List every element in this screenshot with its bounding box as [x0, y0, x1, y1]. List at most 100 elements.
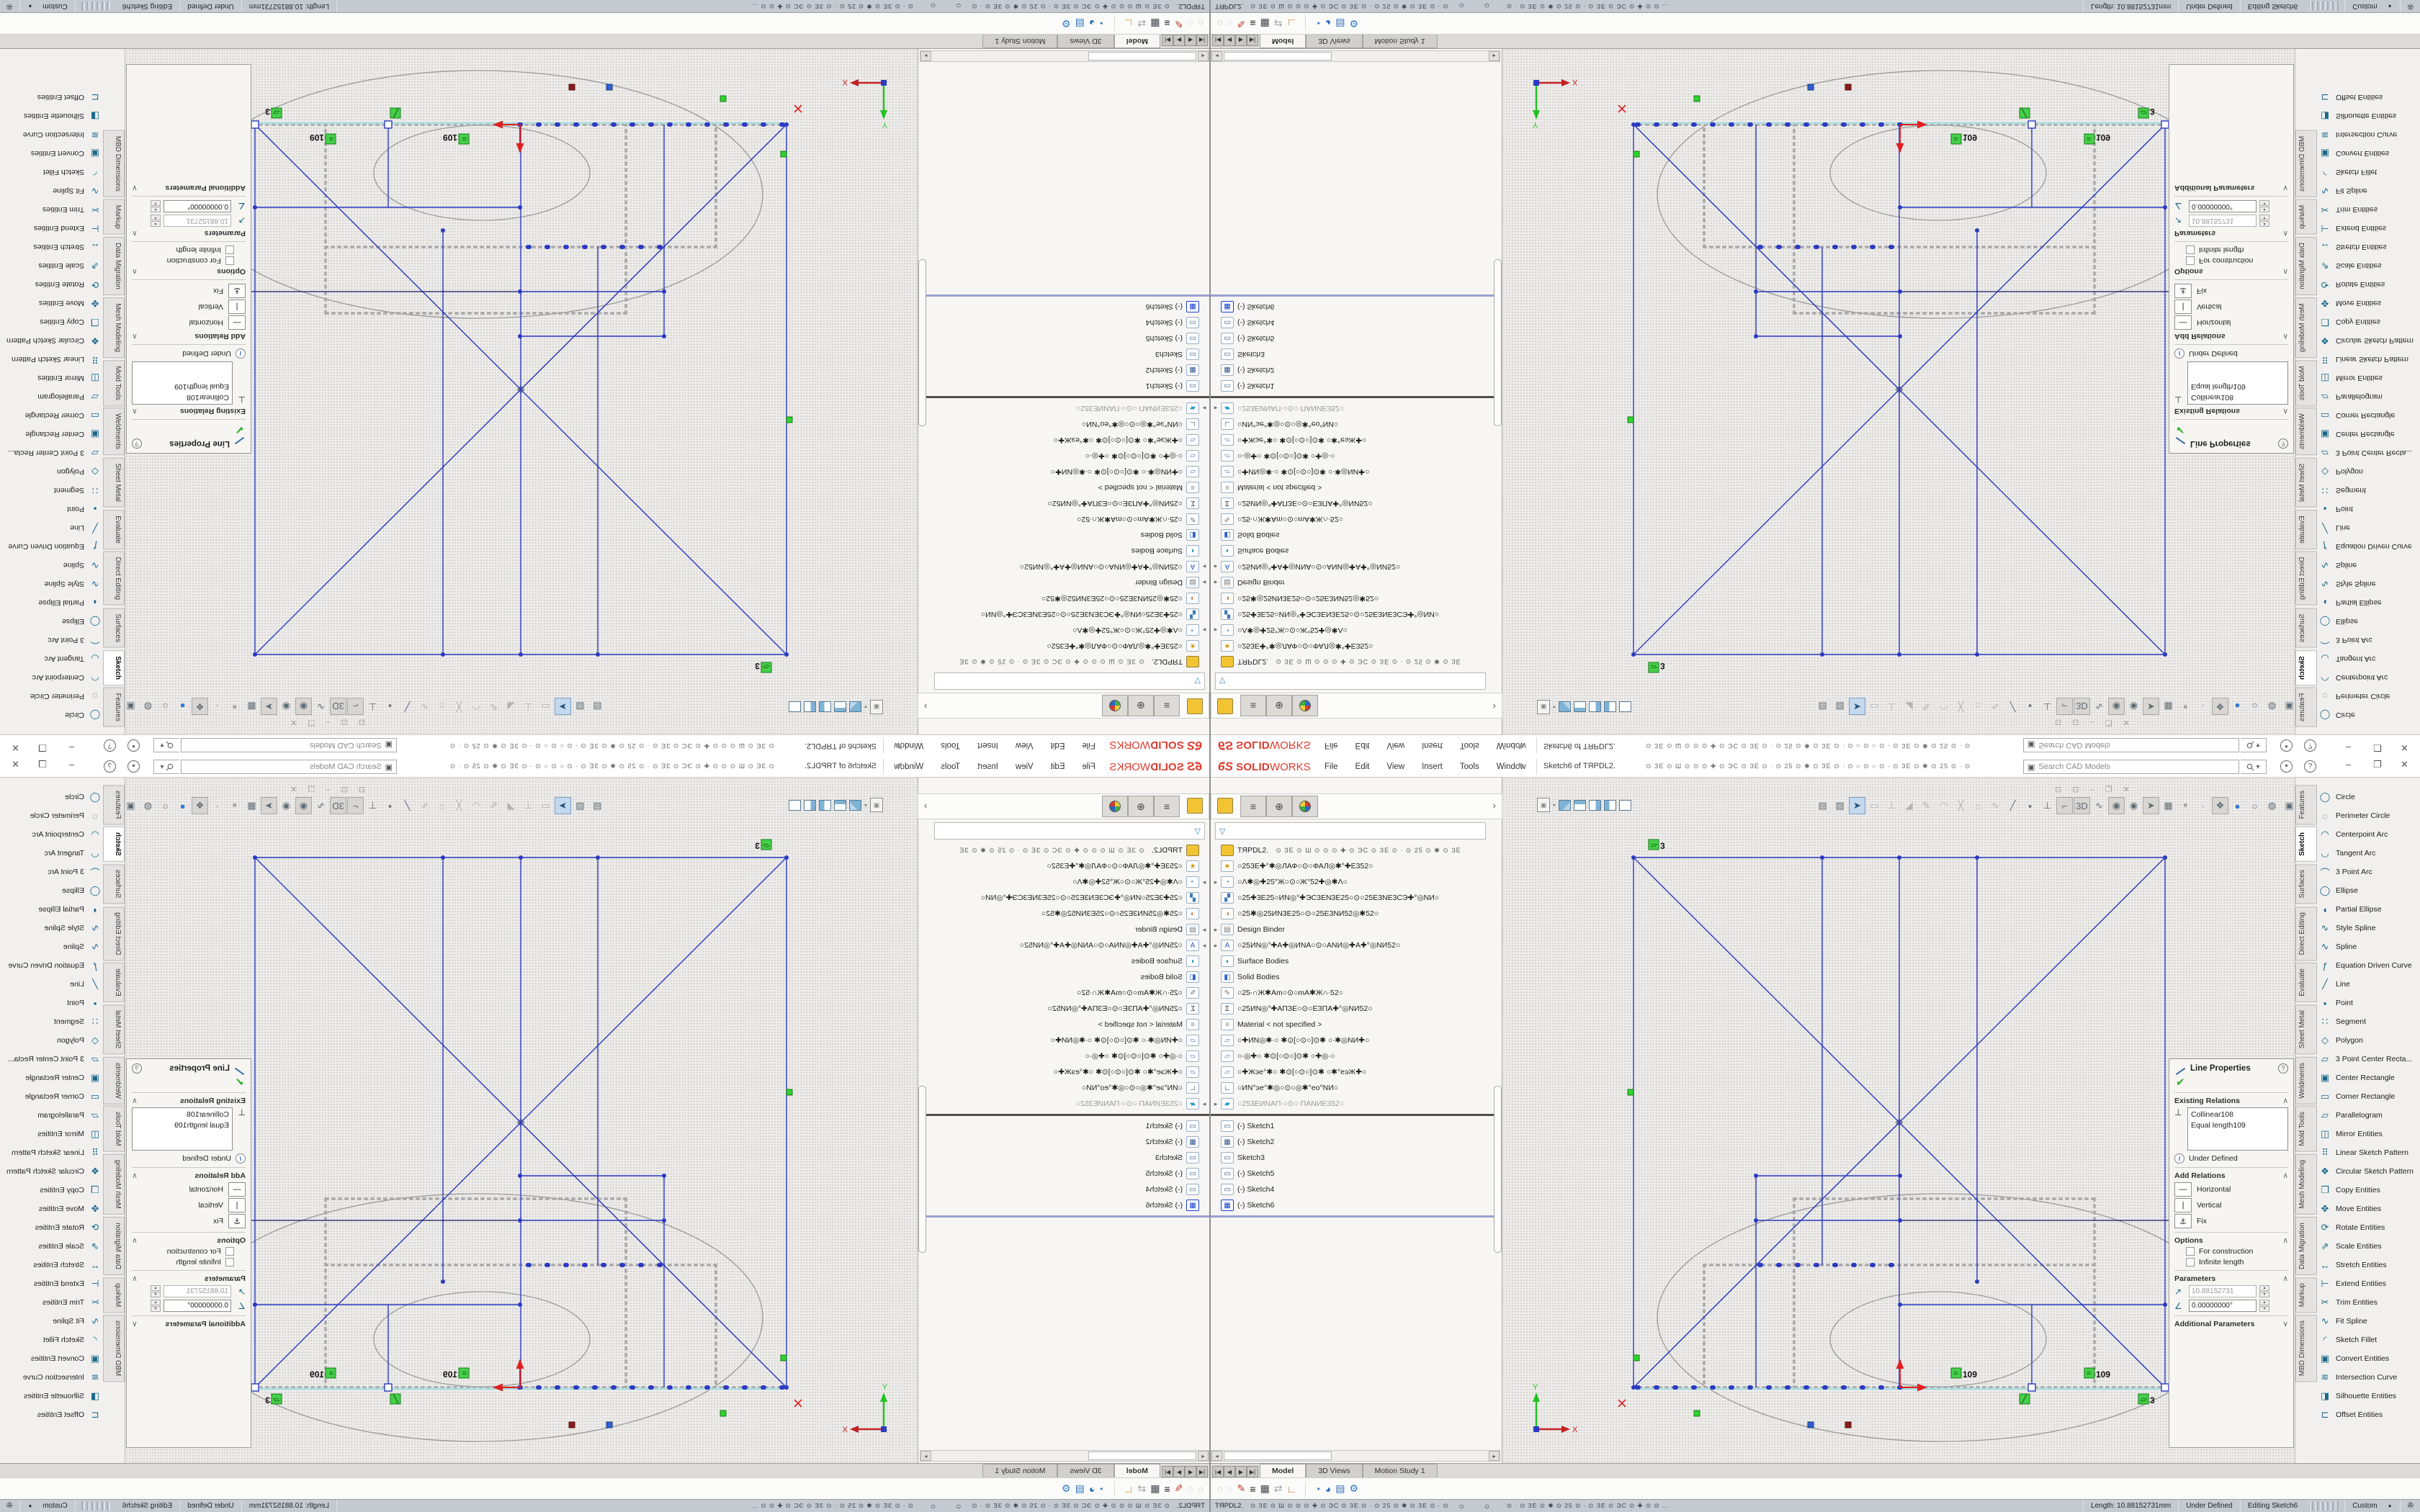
scroll-right-button[interactable]: ▸	[1489, 1451, 1500, 1461]
collapse-icon[interactable]: ∧	[2282, 229, 2288, 238]
tab-surfaces[interactable]: Surfaces	[2295, 864, 2317, 904]
part-document-icon[interactable]	[1187, 698, 1203, 714]
tool-move-entities[interactable]: ✥Move Entities	[0, 1200, 102, 1218]
help-icon[interactable]: ?	[104, 760, 116, 773]
tool-fit-spline[interactable]: ∿Fit Spline	[2318, 1312, 2420, 1331]
featuremanager-tab[interactable]: ≡	[1240, 796, 1266, 817]
tool-circular-sketch-pattern[interactable]: ❖Circular Sketch Pattern	[2318, 331, 2420, 350]
tree-item[interactable]: ∟○ИN°эе°✱◎○⊙○◎✱°ео°NИ○	[1211, 1080, 1493, 1096]
tree-item[interactable]: ◗Surface Bodies	[1211, 953, 1493, 969]
tree-item[interactable]: ▭(-) Sketch1	[1211, 378, 1493, 394]
spinner-control[interactable]: ▴▾	[151, 1285, 161, 1297]
quick-icon[interactable]: ≡	[1164, 1483, 1170, 1495]
quick-icon[interactable]: ◔	[1314, 18, 1320, 30]
tab-evaluate[interactable]: Evaluate	[103, 510, 125, 549]
tab-data-migration[interactable]: Data Migration	[103, 237, 125, 295]
rollback-bar[interactable]	[921, 1215, 1209, 1218]
tab-sheet-metal[interactable]: Sheet Metal	[103, 1004, 125, 1054]
tool-scale-entities[interactable]: ⇗Scale Entities	[2318, 256, 2420, 275]
tab-markup[interactable]: Markup	[103, 199, 125, 235]
relation-entry[interactable]: Equal length109	[135, 1120, 229, 1131]
expand-arrow-icon[interactable]: ▸	[1211, 626, 1221, 634]
tree-item[interactable]: ◗Surface Bodies	[1211, 543, 1493, 559]
tool-style-spline[interactable]: ∿Style Spline	[0, 919, 102, 937]
tab-mesh-modeling[interactable]: Mesh Modeling	[103, 1154, 125, 1215]
tool-silhouette-entities[interactable]: ◨Silhouette Entities	[0, 1387, 102, 1405]
tool-segment[interactable]: ∷Segment	[2318, 1012, 2420, 1031]
tree-item[interactable]: ▸▤Design Binder	[927, 575, 1209, 590]
tab-model[interactable]: Model	[1114, 35, 1160, 48]
tool-linear-sketch-pattern[interactable]: ⠿Linear Sketch Pattern	[0, 350, 102, 369]
tool-parallelogram[interactable]: ▱Parallelogram	[0, 387, 102, 406]
quick-icon[interactable]: ◔	[1099, 18, 1105, 30]
tool-circular-sketch-pattern[interactable]: ❖Circular Sketch Pattern	[0, 1162, 102, 1181]
tool-ellipse[interactable]: ◯Ellipse	[2318, 612, 2420, 631]
tool-scale-entities[interactable]: ⇗Scale Entities	[0, 256, 102, 275]
quick-icon[interactable]: ≡	[1250, 18, 1255, 30]
quick-icon[interactable]: ▦	[1150, 1482, 1160, 1495]
tab-mesh-modeling[interactable]: Mesh Modeling	[2295, 297, 2317, 358]
tool-equation-driven-curve[interactable]: ƒEquation Driven Curve	[2318, 956, 2420, 975]
expand-icon[interactable]: ∨	[132, 1320, 138, 1328]
pin-icon[interactable]: ⚑	[1517, 761, 1525, 773]
collapse-icon[interactable]: ∧	[2282, 1274, 2288, 1283]
tree-item[interactable]: ▭(-) Sketch4	[927, 1182, 1209, 1197]
search-input[interactable]: ▣ Search CAD Models	[181, 738, 397, 752]
tool-linear-sketch-pattern[interactable]: ⠿Linear Sketch Pattern	[2318, 1143, 2420, 1162]
tree-item[interactable]: ▸◔○Λ✱◎✚25°Ж○⊙○Ж°52✚◎✱Λ○	[927, 874, 1209, 890]
scroll-left-button[interactable]: ◂	[1198, 51, 1209, 61]
tab-surfaces[interactable]: Surfaces	[103, 864, 125, 904]
tree-item[interactable]: ◑○25✱◎25ИN3Е25○⊙○25Е3NИ52◎✱52○	[1211, 906, 1493, 922]
tree-item[interactable]: ▱○✚ИN◎✱∙○ ✱⊙[○⊙○]⊙✱ ○∙✱◎NИ✚○	[1211, 1032, 1493, 1048]
tab-mold-tools[interactable]: Mold Tools	[2295, 1106, 2317, 1152]
tool-partial-ellipse[interactable]: ◖Partial Ellipse	[2318, 593, 2420, 612]
tab-data-migration[interactable]: Data Migration	[2295, 1217, 2317, 1275]
checkbox-icon[interactable]	[225, 256, 234, 265]
scrollbar-thumb[interactable]	[1088, 1452, 1196, 1460]
relation-badge[interactable]: ╱	[390, 1394, 400, 1404]
tree-item[interactable]: ◧Solid Bodies	[927, 969, 1209, 985]
add-relation-horizontal[interactable]: —Horizontal	[132, 315, 246, 330]
quick-icon[interactable]: ≡	[1250, 1483, 1255, 1495]
tab-nav-button[interactable]: ◀	[1185, 1466, 1196, 1477]
tree-item[interactable]: ▱○✚Жэе°✱○ ✱⊙[○⊙○]⊙✱ ○✱°еэЖ✚○	[1211, 432, 1493, 448]
tree-item[interactable]: ▱○∙◎✚○ ✱⊙[○⊙○]⊙✱ ○✚◎∙○	[1211, 448, 1493, 464]
tab-weldments[interactable]: Weldments	[103, 408, 125, 456]
collapse-icon[interactable]: ∧	[132, 407, 138, 415]
tool-tangent-arc[interactable]: ◡Tangent Arc	[0, 649, 102, 668]
menu-file[interactable]: File	[1075, 738, 1103, 752]
tool-sketch-fillet[interactable]: ◜Sketch Fillet	[0, 163, 102, 181]
menu-edit[interactable]: Edit	[1348, 760, 1377, 774]
relation-badge[interactable]: =109	[443, 1368, 469, 1380]
relation-badge[interactable]: ▱3	[2138, 107, 2155, 118]
tool-parallelogram[interactable]: ▱Parallelogram	[2318, 387, 2420, 406]
tab-sketch[interactable]: Sketch	[103, 650, 125, 685]
tree-item[interactable]: ▸A○25ИN◎°✚А✚◎ИNА○⊙○АNИ◎✚А✚°◎NИ52○	[927, 937, 1209, 953]
checkbox-icon[interactable]	[225, 1258, 234, 1266]
tab-weldments[interactable]: Weldments	[103, 1057, 125, 1104]
menu-view[interactable]: View	[1379, 760, 1412, 774]
parameter-field[interactable]: 0.00000000°	[2189, 200, 2257, 212]
quick-icon[interactable]: ▦	[1150, 17, 1160, 30]
tab-direct-editing[interactable]: Direct Editing	[103, 552, 125, 606]
part-document-icon[interactable]	[1187, 798, 1203, 814]
relation-badge[interactable]: ╱	[2020, 1394, 2030, 1404]
tab-model[interactable]: Model	[1260, 35, 1306, 48]
tree-item[interactable]: ▸▰○253ЕИNАП∙○⊙○∙ПАNИЕ352○	[927, 400, 1209, 416]
tool-tangent-arc[interactable]: ◡Tangent Arc	[2318, 844, 2420, 863]
add-relation-fix[interactable]: ⚓Fix	[2174, 1214, 2288, 1228]
quick-icon[interactable]: ⚙	[1349, 1482, 1358, 1495]
tree-item[interactable]: ▭(-) Sketch1	[927, 378, 1209, 394]
search-input[interactable]: ▣ Search CAD Models	[2023, 760, 2239, 774]
tree-item[interactable]: ▦(-) Sketch2	[1211, 362, 1493, 378]
spin-up-icon[interactable]: ▴	[151, 221, 161, 227]
tree-item[interactable]: Σ○25ИN◎°✚АПЗЕ○⊙○ЕЗПА✚°◎NИ52○	[927, 495, 1209, 511]
tree-item[interactable]: ▭Sketch3	[927, 346, 1209, 362]
option-checkbox[interactable]: Infinite length	[2186, 246, 2288, 254]
tool-point[interactable]: ▪Point	[2318, 994, 2420, 1012]
pin-icon[interactable]: ⚑	[1517, 739, 1525, 751]
tool-circle[interactable]: ◯Circle	[0, 706, 102, 724]
search-button[interactable]: ▾	[153, 760, 179, 774]
pm-ok-button[interactable]: ✔	[2176, 423, 2288, 436]
quick-icon[interactable]: ∟	[1124, 18, 1134, 30]
